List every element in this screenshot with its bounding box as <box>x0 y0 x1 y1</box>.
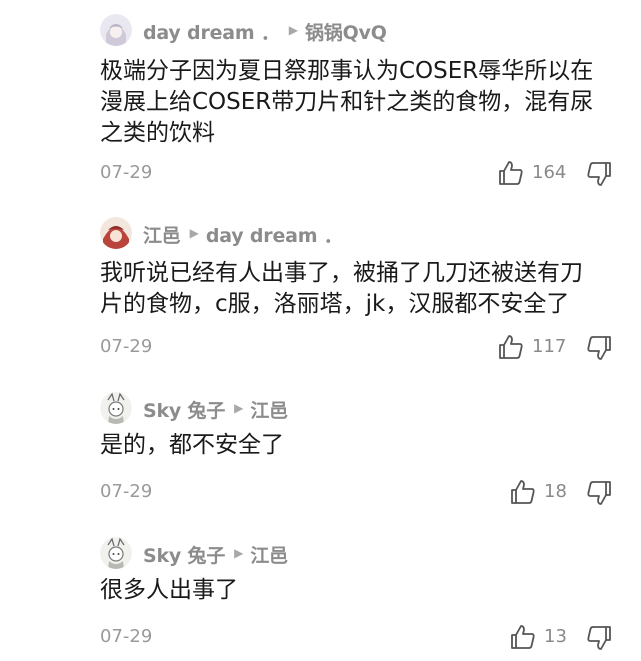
reply-target-username[interactable]: 江邑 <box>250 541 288 568</box>
comment-text: 是的，都不安全了 <box>100 430 620 461</box>
comment-footer: 07-29 164 <box>100 158 641 188</box>
username[interactable]: 江邑 <box>143 221 181 248</box>
comment-text: 很多人出事了 <box>100 575 620 606</box>
comment-header: day dream ． ▶ 锅锅QvQ <box>143 17 387 45</box>
username[interactable]: day dream ． <box>143 18 280 45</box>
username[interactable]: Sky 兔子 <box>143 541 225 568</box>
comment-text-line: 极端分子因为夏日祭那事认为COSER辱华所以在 <box>100 58 594 84</box>
reply-target-username[interactable]: 锅锅QvQ <box>305 18 387 45</box>
reply-arrow-icon: ▶ <box>234 401 244 415</box>
comment-text: 我听说已经有人出事了，被捅了几刀还被送有刀 片的食物，c服，洛丽塔，jk，汉服都… <box>100 258 620 320</box>
comment-header: Sky 兔子 ▶ 江邑 <box>143 540 288 568</box>
thumbs-down-icon[interactable] <box>586 335 612 361</box>
user-avatar[interactable] <box>100 217 132 249</box>
thumbs-up-icon[interactable] <box>510 624 536 650</box>
comment-text-line: 之类的饮料 <box>100 120 215 146</box>
comment-2: 江邑 ▶ day dream ． 我听说已经有人出事了，被捅了几刀还被送有刀 片… <box>0 195 641 370</box>
reply-arrow-icon: ▶ <box>234 546 244 560</box>
thumbs-up-icon[interactable] <box>510 479 536 505</box>
comment-3: Sky 兔子 ▶ 江邑 是的，都不安全了 07-29 18 <box>0 370 641 515</box>
comment-text-line: 片的食物，c服，洛丽塔，jk，汉服都不安全了 <box>100 291 570 317</box>
like-count: 13 <box>544 626 567 647</box>
comment-text-line: 是的，都不安全了 <box>100 432 284 458</box>
user-avatar[interactable] <box>100 392 132 424</box>
thumbs-up-icon[interactable] <box>498 334 524 360</box>
like-count: 117 <box>532 336 567 357</box>
comment-text: 极端分子因为夏日祭那事认为COSER辱华所以在 漫展上给COSER带刀片和针之类… <box>100 56 620 149</box>
thumbs-down-icon[interactable] <box>586 161 612 187</box>
comment-date: 07-29 <box>100 162 153 183</box>
comment-1: day dream ． ▶ 锅锅QvQ 极端分子因为夏日祭那事认为COSER辱华… <box>0 0 641 195</box>
comment-footer: 07-29 117 <box>100 332 641 362</box>
comment-footer: 07-29 13 <box>100 622 641 652</box>
reply-arrow-icon: ▶ <box>189 226 199 240</box>
like-count: 164 <box>532 162 567 183</box>
comment-header: 江邑 ▶ day dream ． <box>143 220 343 248</box>
comment-date: 07-29 <box>100 626 153 647</box>
comment-text-line: 很多人出事了 <box>100 577 238 603</box>
comment-date: 07-29 <box>100 336 153 357</box>
thumbs-down-icon[interactable] <box>586 480 612 506</box>
comment-footer: 07-29 18 <box>100 477 641 507</box>
user-avatar[interactable] <box>100 537 132 569</box>
comment-text-line: 漫展上给COSER带刀片和针之类的食物，混有尿 <box>100 89 594 115</box>
comment-4: Sky 兔子 ▶ 江邑 很多人出事了 07-29 13 <box>0 515 641 661</box>
reply-target-username[interactable]: 江邑 <box>250 396 288 423</box>
user-avatar[interactable] <box>100 14 132 46</box>
comment-date: 07-29 <box>100 481 153 502</box>
reply-target-username[interactable]: day dream ． <box>206 221 343 248</box>
comment-text-line: 我听说已经有人出事了，被捅了几刀还被送有刀 <box>100 260 583 286</box>
thumbs-down-icon[interactable] <box>586 625 612 651</box>
like-count: 18 <box>544 481 567 502</box>
username[interactable]: Sky 兔子 <box>143 396 225 423</box>
comment-header: Sky 兔子 ▶ 江邑 <box>143 395 288 423</box>
thumbs-up-icon[interactable] <box>498 160 524 186</box>
reply-arrow-icon: ▶ <box>288 23 298 37</box>
